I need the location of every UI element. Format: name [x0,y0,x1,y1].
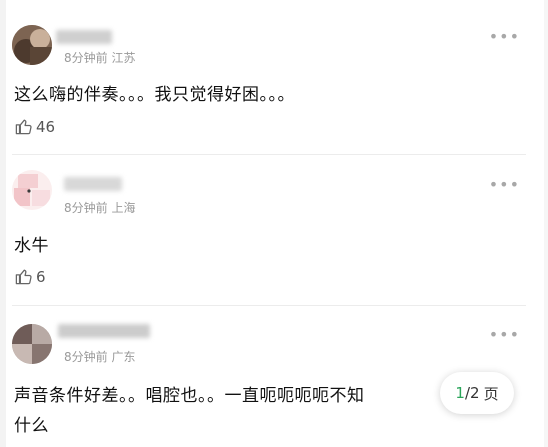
like-button[interactable]: 46 [14,117,55,136]
current-page: 1 [455,384,465,402]
right-edge [544,0,548,447]
username-blurred[interactable] [58,324,150,338]
avatar-image [12,324,52,364]
username-blurred[interactable] [56,30,112,44]
comment-item: 8分钟前 上海 ••• 水牛 6 [12,155,526,305]
username-blurred[interactable] [64,177,122,191]
more-dots-icon[interactable]: ••• [489,327,520,343]
comment-meta: 8分钟前 广东 [64,350,136,364]
comment-meta: 8分钟前 江苏 [64,51,136,65]
thumb-up-icon [15,119,32,135]
like-button[interactable]: 6 [14,267,46,286]
avatar[interactable] [12,25,52,65]
thumb-up-icon [15,269,32,285]
avatar-image [12,170,52,210]
more-dots-icon[interactable]: ••• [489,177,520,193]
total-pages: /2 [464,384,480,402]
left-edge [0,0,6,447]
comment-text-line2: 什么 [14,416,49,436]
comment-text-line1: 声音条件好差。。唱腔也。。一直呃呃呃呃不知 [14,386,365,406]
comment-text: 水牛 [14,236,49,256]
like-count: 46 [36,117,56,136]
comment-meta: 8分钟前 上海 [64,201,136,215]
page-unit: 页 [483,384,499,403]
comment-item: 8分钟前 江苏 ••• 这么嗨的伴奏。。。我只觉得好困。。。 46 [12,0,526,154]
avatar-image [12,25,52,65]
avatar[interactable] [12,324,52,364]
like-count: 6 [36,267,46,286]
avatar[interactable] [12,170,52,210]
page-indicator[interactable]: 1 /2 页 [440,372,514,414]
comment-text: 这么嗨的伴奏。。。我只觉得好困。。。 [14,85,295,105]
more-dots-icon[interactable]: ••• [489,29,520,45]
